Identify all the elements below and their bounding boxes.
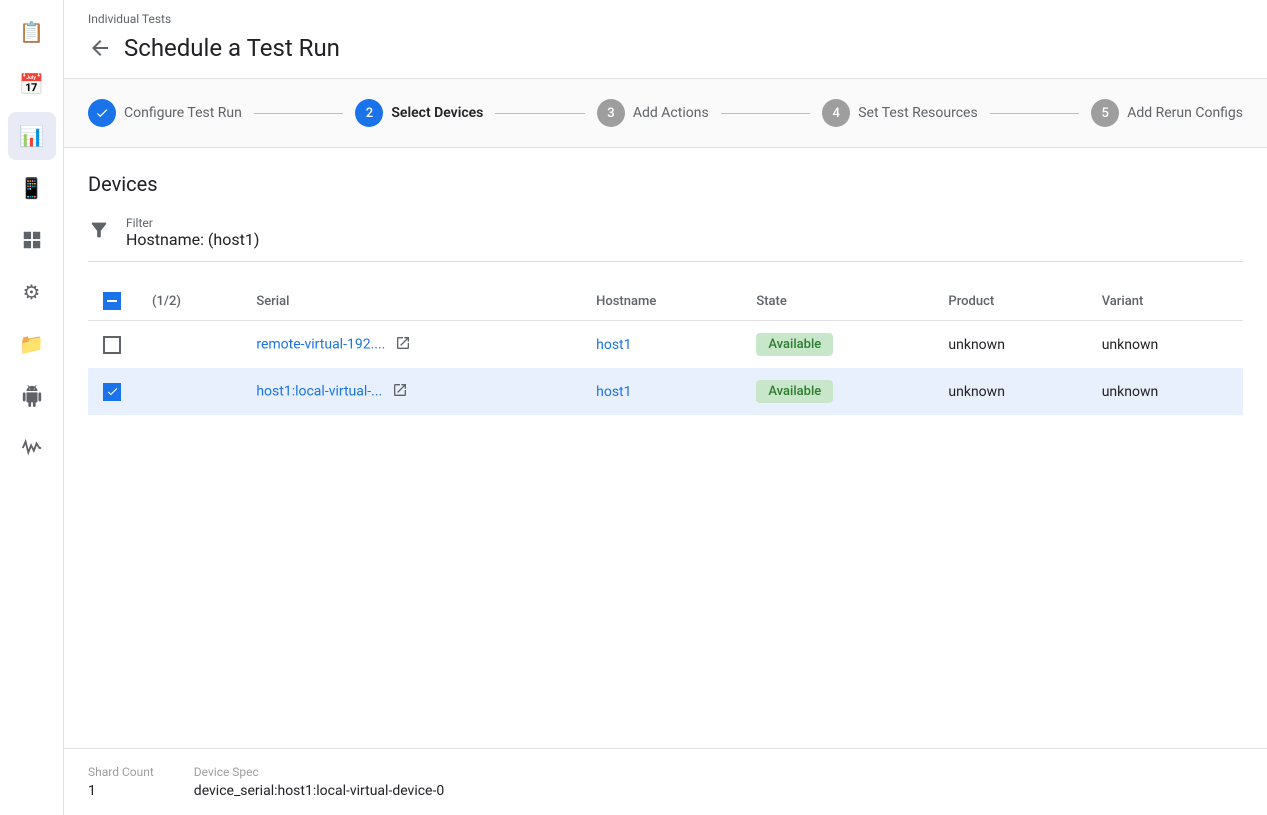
header-count: (1/2) xyxy=(136,282,244,321)
row-2-checkbox-cell[interactable] xyxy=(88,368,136,415)
row-2-state: Available xyxy=(744,368,936,415)
step-5: 5 Add Rerun Configs xyxy=(1091,99,1243,127)
step-connector-2 xyxy=(495,113,585,114)
step-3-circle: 3 xyxy=(597,99,625,127)
sidebar-item-phone[interactable]: 📱 xyxy=(8,164,56,212)
row-2-checkbox[interactable] xyxy=(103,383,121,401)
sidebar: 📋 📅 📊 📱 ⚙ 📁 xyxy=(0,0,64,815)
step-1-label: Configure Test Run xyxy=(124,105,242,121)
filter-icon[interactable] xyxy=(88,219,110,246)
stepper: Configure Test Run 2 Select Devices 3 Ad… xyxy=(64,79,1267,148)
header-serial: Serial xyxy=(244,282,584,321)
table-row[interactable]: remote-virtual-192.... host1 Available u… xyxy=(88,321,1243,369)
step-2-label: Select Devices xyxy=(391,105,483,121)
header-product: Product xyxy=(936,282,1089,321)
sidebar-item-dashboard[interactable] xyxy=(8,216,56,264)
row-2-product: unknown xyxy=(936,368,1089,415)
sidebar-item-waveform[interactable] xyxy=(8,424,56,472)
row-2-expand xyxy=(136,368,244,415)
step-3-label: Add Actions xyxy=(633,105,709,121)
row-1-serial: remote-virtual-192.... xyxy=(244,321,584,369)
header-variant: Variant xyxy=(1090,282,1243,321)
page-title: Schedule a Test Run xyxy=(124,34,340,62)
row-1-product: unknown xyxy=(936,321,1089,369)
row-2-variant: unknown xyxy=(1090,368,1243,415)
row-1-checkbox-cell[interactable] xyxy=(88,321,136,369)
row-1-variant: unknown xyxy=(1090,321,1243,369)
header: Individual Tests Schedule a Test Run xyxy=(64,0,1267,79)
sidebar-item-settings[interactable]: ⚙ xyxy=(8,268,56,316)
step-5-circle: 5 xyxy=(1091,99,1119,127)
row-1-expand xyxy=(136,321,244,369)
header-state: State xyxy=(744,282,936,321)
step-2-circle: 2 xyxy=(355,99,383,127)
back-button[interactable] xyxy=(88,36,112,60)
step-4: 4 Set Test Resources xyxy=(822,99,977,127)
sidebar-item-android[interactable] xyxy=(8,372,56,420)
row-2-hostname: host1 xyxy=(584,368,744,415)
table-header-row: (1/2) Serial Hostname State Product xyxy=(88,282,1243,321)
device-spec-field: Device Spec device_serial:host1:local-vi… xyxy=(194,765,444,799)
main-content: Individual Tests Schedule a Test Run Con… xyxy=(64,0,1267,815)
row-1-hostname-link[interactable]: host1 xyxy=(596,337,631,353)
devices-table-container: (1/2) Serial Hostname State Product xyxy=(88,282,1243,724)
footer: Shard Count 1 Device Spec device_serial:… xyxy=(64,748,1267,815)
filter-info: Filter Hostname: (host1) xyxy=(126,216,259,249)
sidebar-item-clipboard[interactable]: 📋 xyxy=(8,8,56,56)
row-2-hostname-link[interactable]: host1 xyxy=(596,384,631,400)
row-1-state-badge: Available xyxy=(756,333,833,356)
step-5-label: Add Rerun Configs xyxy=(1127,105,1243,121)
step-3: 3 Add Actions xyxy=(597,99,709,127)
content-area: Devices Filter Hostname: (host1) xyxy=(64,148,1267,748)
devices-table: (1/2) Serial Hostname State Product xyxy=(88,282,1243,415)
row-2-serial: host1:local-virtual-... xyxy=(244,368,584,415)
step-connector-4 xyxy=(990,113,1080,114)
header-checkbox[interactable] xyxy=(88,282,136,321)
sidebar-item-chart[interactable]: 📊 xyxy=(8,112,56,160)
step-1-circle xyxy=(88,99,116,127)
breadcrumb: Individual Tests xyxy=(88,12,1243,26)
row-1-checkbox[interactable] xyxy=(103,336,121,354)
shard-count-value: 1 xyxy=(88,783,154,799)
shard-count-label: Shard Count xyxy=(88,765,154,779)
row-1-state: Available xyxy=(744,321,936,369)
step-1: Configure Test Run xyxy=(88,99,242,127)
header-hostname: Hostname xyxy=(584,282,744,321)
sidebar-item-folder[interactable]: 📁 xyxy=(8,320,56,368)
device-spec-label: Device Spec xyxy=(194,765,444,779)
table-row[interactable]: host1:local-virtual-... host1 Available … xyxy=(88,368,1243,415)
step-2: 2 Select Devices xyxy=(355,99,483,127)
step-connector-1 xyxy=(254,113,344,114)
row-2-state-badge: Available xyxy=(756,380,833,403)
step-4-label: Set Test Resources xyxy=(858,105,977,121)
sidebar-item-calendar[interactable]: 📅 xyxy=(8,60,56,108)
filter-label: Filter xyxy=(126,216,259,230)
row-1-hostname: host1 xyxy=(584,321,744,369)
device-spec-value: device_serial:host1:local-virtual-device… xyxy=(194,783,444,799)
row-1-external-icon[interactable] xyxy=(395,335,411,355)
indeterminate-checkbox[interactable] xyxy=(103,292,121,310)
devices-title: Devices xyxy=(88,172,1243,196)
step-connector-3 xyxy=(721,113,811,114)
filter-value: Hostname: (host1) xyxy=(126,230,259,249)
step-4-circle: 4 xyxy=(822,99,850,127)
row-2-external-icon[interactable] xyxy=(392,382,408,402)
row-count-label: (1/2) xyxy=(152,294,181,309)
row-2-serial-link[interactable]: host1:local-virtual-... xyxy=(256,383,382,399)
shard-count-field: Shard Count 1 xyxy=(88,765,154,799)
row-1-serial-link[interactable]: remote-virtual-192.... xyxy=(256,336,385,352)
filter-row: Filter Hostname: (host1) xyxy=(88,216,1243,262)
